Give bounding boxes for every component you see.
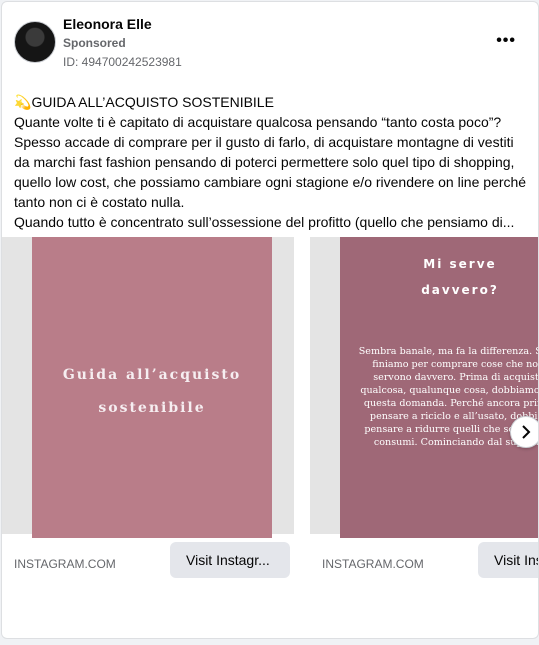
visit-instagram-button[interactable]: Visit Instagr... xyxy=(170,542,290,578)
post-text-line: da marchi fast fashion pensando di poter… xyxy=(14,154,515,170)
author-name[interactable]: Eleonora Elle xyxy=(63,16,152,32)
slide-title: Mi serve davvero? xyxy=(421,257,499,297)
sponsored-label: Sponsored xyxy=(63,36,126,50)
post-text-line: quello low cost, che possiamo cambiare o… xyxy=(14,174,527,190)
slide-image[interactable]: Guida all’acquisto sostenibile xyxy=(32,237,272,538)
post-text-line: tanto non ci è costato nulla. xyxy=(14,194,185,210)
ad-id: ID: 494700242523981 xyxy=(63,55,182,69)
chevron-right-icon xyxy=(522,425,531,439)
slide-image[interactable]: Mi serve davvero? Sembra banale, ma fa l… xyxy=(340,237,538,538)
carousel-slide-1[interactable]: Guida all’acquisto sostenibile INSTAGRAM… xyxy=(2,237,294,582)
post-text-line: Spesso accade di comprare per il gusto d… xyxy=(14,134,514,150)
more-options-icon[interactable]: ••• xyxy=(496,32,516,50)
link-domain: INSTAGRAM.COM xyxy=(322,557,424,571)
image-carousel: Guida all’acquisto sostenibile INSTAGRAM… xyxy=(2,237,538,582)
next-slide-button[interactable] xyxy=(510,416,538,448)
visit-instagram-button[interactable]: Visit Ins xyxy=(478,542,538,578)
carousel-slide-2[interactable]: Mi serve davvero? Sembra banale, ma fa l… xyxy=(310,237,538,582)
dizzy-emoji-icon: 💫 xyxy=(14,94,32,110)
ad-card: Eleonora Elle Sponsored ID: 494700242523… xyxy=(1,1,539,639)
link-domain: INSTAGRAM.COM xyxy=(14,557,116,571)
post-text-line: 💫GUIDA ALL’ACQUISTO SOSTENIBILE xyxy=(14,94,274,110)
post-text-line: Quante volte ti è capitato di acquistare… xyxy=(14,114,502,130)
post-text-line: Quando tutto è concentrato sull’ossessio… xyxy=(14,214,515,230)
post-text: 💫GUIDA ALL’ACQUISTO SOSTENIBILE Quante v… xyxy=(14,92,528,232)
slide-title: Guida all’acquisto sostenibile xyxy=(62,367,242,416)
avatar[interactable] xyxy=(14,21,56,63)
